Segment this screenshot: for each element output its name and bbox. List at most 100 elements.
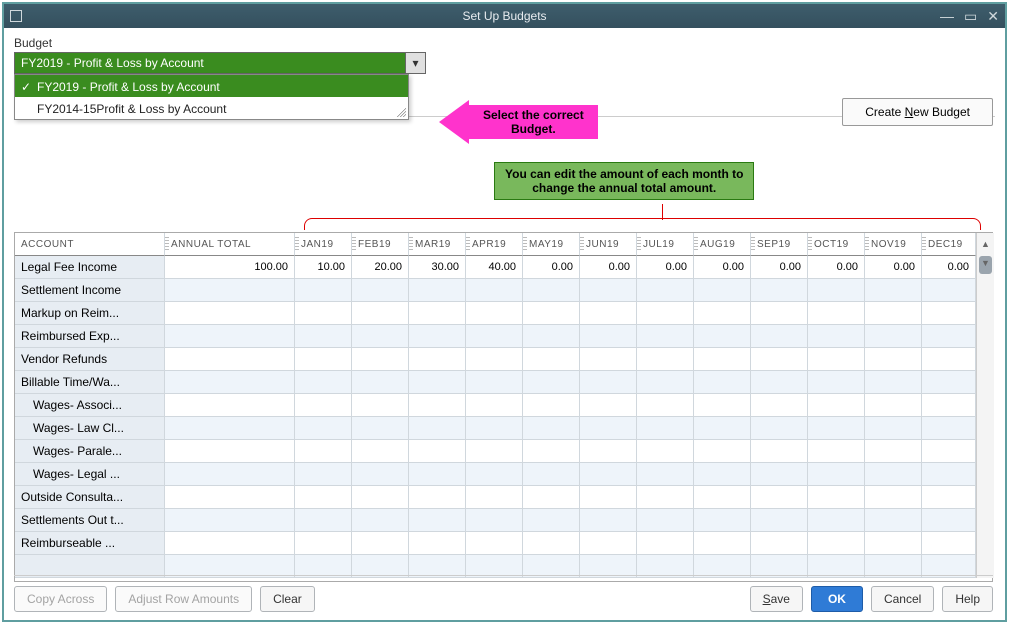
- annual-total-cell[interactable]: [165, 325, 295, 348]
- account-cell[interactable]: Settlement Income: [15, 279, 165, 302]
- month-cell[interactable]: [922, 348, 976, 371]
- month-cell[interactable]: 20.00: [352, 256, 409, 279]
- month-cell[interactable]: [523, 325, 580, 348]
- column-header[interactable]: JUN19: [580, 233, 637, 256]
- month-cell[interactable]: [751, 440, 808, 463]
- account-cell[interactable]: Wages- Parale...: [15, 440, 165, 463]
- ok-button[interactable]: OK: [811, 586, 863, 612]
- month-cell[interactable]: [466, 463, 523, 486]
- column-header[interactable]: APR19: [466, 233, 523, 256]
- month-cell[interactable]: [865, 509, 922, 532]
- month-cell[interactable]: [466, 348, 523, 371]
- month-cell[interactable]: [637, 532, 694, 555]
- month-cell[interactable]: [808, 463, 865, 486]
- month-cell[interactable]: [694, 440, 751, 463]
- month-cell[interactable]: [865, 394, 922, 417]
- month-cell[interactable]: 0.00: [922, 256, 976, 279]
- month-cell[interactable]: [808, 348, 865, 371]
- month-cell[interactable]: 0.00: [865, 256, 922, 279]
- month-cell[interactable]: [865, 371, 922, 394]
- month-cell[interactable]: [694, 417, 751, 440]
- month-cell[interactable]: [466, 371, 523, 394]
- annual-total-cell[interactable]: [165, 348, 295, 371]
- month-cell[interactable]: [523, 440, 580, 463]
- month-cell[interactable]: [580, 348, 637, 371]
- month-cell[interactable]: [637, 417, 694, 440]
- month-cell[interactable]: [865, 325, 922, 348]
- month-cell[interactable]: 0.00: [580, 256, 637, 279]
- month-cell[interactable]: [409, 325, 466, 348]
- month-cell[interactable]: [694, 463, 751, 486]
- month-cell[interactable]: [637, 371, 694, 394]
- month-cell[interactable]: [523, 417, 580, 440]
- column-header[interactable]: ANNUAL TOTAL: [165, 233, 295, 256]
- close-icon[interactable]: ✕: [987, 8, 999, 25]
- month-cell[interactable]: [466, 394, 523, 417]
- month-cell[interactable]: [580, 532, 637, 555]
- month-cell[interactable]: [523, 279, 580, 302]
- month-cell[interactable]: [865, 279, 922, 302]
- month-cell[interactable]: [922, 279, 976, 302]
- system-menu-icon[interactable]: [10, 10, 22, 22]
- month-cell[interactable]: [409, 440, 466, 463]
- month-cell[interactable]: [580, 509, 637, 532]
- month-cell[interactable]: [694, 325, 751, 348]
- account-cell[interactable]: Reimbursed Exp...: [15, 325, 165, 348]
- month-cell[interactable]: [637, 509, 694, 532]
- month-cell[interactable]: [808, 394, 865, 417]
- month-cell[interactable]: [352, 486, 409, 509]
- copy-across-button[interactable]: Copy Across: [14, 586, 107, 612]
- month-cell[interactable]: [466, 325, 523, 348]
- month-cell[interactable]: [523, 302, 580, 325]
- month-cell[interactable]: [808, 532, 865, 555]
- month-cell[interactable]: [922, 302, 976, 325]
- month-cell[interactable]: [694, 509, 751, 532]
- month-cell[interactable]: [865, 417, 922, 440]
- month-cell[interactable]: [694, 486, 751, 509]
- month-cell[interactable]: [352, 394, 409, 417]
- month-cell[interactable]: [580, 440, 637, 463]
- scroll-up-icon[interactable]: ▲: [980, 237, 991, 251]
- month-cell[interactable]: [751, 486, 808, 509]
- column-header[interactable]: MAY19: [523, 233, 580, 256]
- month-cell[interactable]: [751, 279, 808, 302]
- scroll-down-icon[interactable]: ▼: [980, 256, 991, 270]
- account-cell[interactable]: Wages- Legal ...: [15, 463, 165, 486]
- month-cell[interactable]: [409, 509, 466, 532]
- account-cell[interactable]: Legal Fee Income: [15, 256, 165, 279]
- column-header[interactable]: MAR19: [409, 233, 466, 256]
- account-cell[interactable]: Vendor Refunds: [15, 348, 165, 371]
- month-cell[interactable]: [694, 394, 751, 417]
- month-cell[interactable]: [751, 463, 808, 486]
- month-cell[interactable]: [523, 463, 580, 486]
- month-cell[interactable]: [808, 371, 865, 394]
- month-cell[interactable]: [409, 417, 466, 440]
- month-cell[interactable]: [922, 463, 976, 486]
- month-cell[interactable]: [523, 509, 580, 532]
- month-cell[interactable]: [295, 394, 352, 417]
- chevron-down-icon[interactable]: ▾: [405, 53, 425, 73]
- annual-total-cell[interactable]: [165, 463, 295, 486]
- cancel-button[interactable]: Cancel: [871, 586, 934, 612]
- month-cell[interactable]: [466, 440, 523, 463]
- month-cell[interactable]: [580, 417, 637, 440]
- month-cell[interactable]: [694, 348, 751, 371]
- month-cell[interactable]: [295, 440, 352, 463]
- annual-total-cell[interactable]: [165, 394, 295, 417]
- month-cell[interactable]: [751, 325, 808, 348]
- month-cell[interactable]: [922, 486, 976, 509]
- month-cell[interactable]: [352, 325, 409, 348]
- column-header[interactable]: DEC19: [922, 233, 976, 256]
- month-cell[interactable]: [694, 279, 751, 302]
- month-cell[interactable]: [295, 279, 352, 302]
- month-cell[interactable]: [751, 417, 808, 440]
- column-header[interactable]: JUL19: [637, 233, 694, 256]
- month-cell[interactable]: 30.00: [409, 256, 466, 279]
- month-cell[interactable]: [637, 279, 694, 302]
- month-cell[interactable]: 40.00: [466, 256, 523, 279]
- month-cell[interactable]: [637, 394, 694, 417]
- month-cell[interactable]: [808, 325, 865, 348]
- month-cell[interactable]: [352, 463, 409, 486]
- month-cell[interactable]: [295, 348, 352, 371]
- month-cell[interactable]: [922, 440, 976, 463]
